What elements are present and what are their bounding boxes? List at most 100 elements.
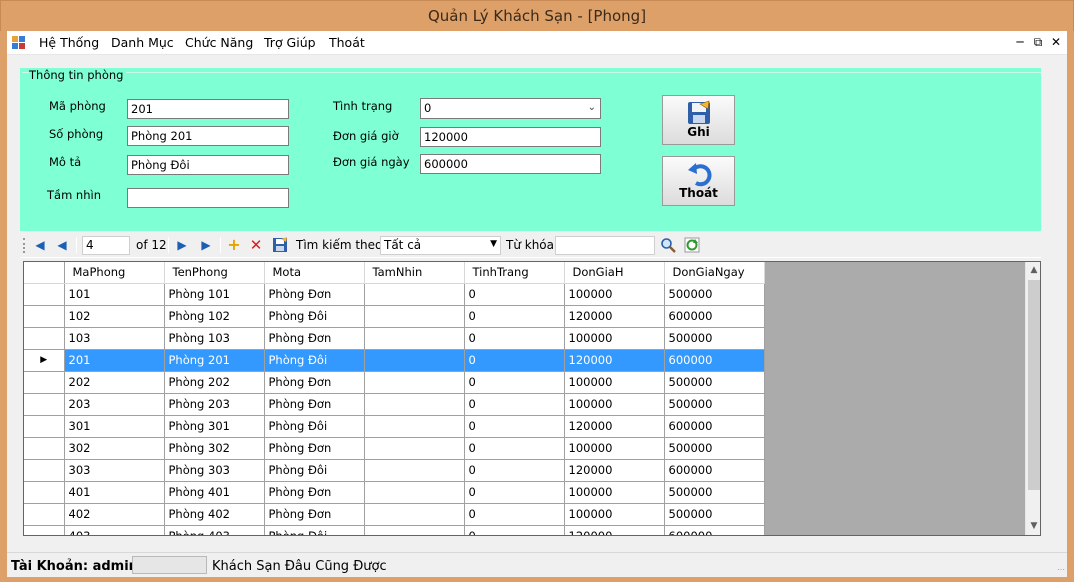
table-cell[interactable]: 0 (464, 481, 565, 504)
table-cell[interactable]: 600000 (664, 349, 765, 372)
menu-thoat[interactable]: Thoát (329, 35, 365, 50)
table-row[interactable]: 302 Phòng 302 Phòng Đơn 0 100000 500000 (24, 437, 765, 460)
row-header[interactable] (24, 437, 65, 460)
table-cell[interactable]: 500000 (664, 327, 765, 350)
room-data-grid[interactable]: MaPhong TenPhong Mota TamNhin TinhTrang … (23, 261, 1041, 536)
table-cell[interactable]: Phòng Đơn (264, 283, 365, 306)
table-cell[interactable]: 100000 (564, 437, 665, 460)
scroll-thumb[interactable] (1028, 280, 1040, 490)
row-header[interactable] (24, 371, 65, 394)
table-row[interactable]: 101 Phòng 101 Phòng Đơn 0 100000 500000 (24, 283, 765, 306)
table-cell[interactable]: 403 (64, 525, 165, 535)
table-cell[interactable]: 302 (64, 437, 165, 460)
table-cell[interactable] (364, 437, 465, 460)
table-cell[interactable]: 500000 (664, 393, 765, 416)
table-cell[interactable]: 120000 (564, 459, 665, 482)
table-cell[interactable]: 0 (464, 349, 565, 372)
move-previous-icon[interactable]: ◀ (54, 237, 70, 253)
table-row[interactable]: 401 Phòng 401 Phòng Đơn 0 100000 500000 (24, 481, 765, 504)
table-cell[interactable] (364, 327, 465, 350)
restore-icon[interactable]: ⧉ (1031, 35, 1045, 50)
row-header[interactable] (24, 415, 65, 438)
table-cell[interactable]: Phòng Đơn (264, 481, 365, 504)
table-row[interactable]: ▶ 201 Phòng 201 Phòng Đôi 0 120000 600000 (24, 349, 765, 372)
table-cell[interactable]: 402 (64, 503, 165, 526)
table-cell[interactable] (364, 349, 465, 372)
table-cell[interactable]: Phòng Đôi (264, 349, 365, 372)
row-header[interactable] (24, 503, 65, 526)
table-cell[interactable]: 0 (464, 305, 565, 328)
table-cell[interactable] (364, 283, 465, 306)
table-cell[interactable]: 201 (64, 349, 165, 372)
table-cell[interactable] (364, 459, 465, 482)
table-cell[interactable]: 203 (64, 393, 165, 416)
table-cell[interactable]: 500000 (664, 371, 765, 394)
row-header[interactable] (24, 305, 65, 328)
table-cell[interactable]: 0 (464, 283, 565, 306)
table-cell[interactable]: 0 (464, 503, 565, 526)
scroll-up-icon[interactable]: ▲ (1026, 262, 1040, 279)
table-cell[interactable]: 600000 (664, 459, 765, 482)
close-icon[interactable]: ✕ (1049, 35, 1063, 49)
app-menu-icon[interactable] (12, 36, 26, 50)
ma-phong-field[interactable]: 201 (127, 99, 289, 119)
table-cell[interactable]: 102 (64, 305, 165, 328)
table-cell[interactable]: Phòng Đôi (264, 525, 365, 535)
tam-nhin-field[interactable] (127, 188, 289, 208)
menu-chuc-nang[interactable]: Chức Năng (185, 35, 253, 50)
table-cell[interactable]: 120000 (564, 349, 665, 372)
table-row[interactable]: 102 Phòng 102 Phòng Đôi 0 120000 600000 (24, 305, 765, 328)
table-cell[interactable]: 100000 (564, 481, 665, 504)
table-row[interactable]: 303 Phòng 303 Phòng Đôi 0 120000 600000 (24, 459, 765, 482)
table-cell[interactable]: 0 (464, 327, 565, 350)
refresh-icon[interactable] (684, 237, 700, 253)
table-cell[interactable]: Phòng Đôi (264, 415, 365, 438)
table-cell[interactable]: 0 (464, 525, 565, 535)
vertical-scrollbar[interactable]: ▲ ▼ (1025, 262, 1040, 535)
table-cell[interactable] (364, 481, 465, 504)
table-cell[interactable]: Phòng 402 (164, 503, 265, 526)
table-cell[interactable] (364, 371, 465, 394)
column-header-mota[interactable]: Mota (264, 262, 365, 284)
table-cell[interactable]: 120000 (564, 525, 665, 535)
table-row[interactable]: 402 Phòng 402 Phòng Đơn 0 100000 500000 (24, 503, 765, 526)
move-next-icon[interactable]: ▶ (174, 237, 190, 253)
table-cell[interactable]: 500000 (664, 283, 765, 306)
save-button[interactable]: Ghi (662, 95, 735, 145)
table-cell[interactable]: Phòng 103 (164, 327, 265, 350)
table-cell[interactable]: 500000 (664, 481, 765, 504)
table-cell[interactable]: 401 (64, 481, 165, 504)
table-cell[interactable]: 101 (64, 283, 165, 306)
table-cell[interactable]: 120000 (564, 305, 665, 328)
table-cell[interactable]: 100000 (564, 371, 665, 394)
column-header-tenphong[interactable]: TenPhong (164, 262, 265, 284)
table-cell[interactable]: 0 (464, 393, 565, 416)
table-cell[interactable]: 100000 (564, 503, 665, 526)
add-new-icon[interactable]: + (226, 237, 242, 253)
toolstrip-grip[interactable] (23, 238, 26, 253)
table-cell[interactable]: Phòng 102 (164, 305, 265, 328)
so-phong-field[interactable]: Phòng 201 (127, 126, 289, 146)
table-cell[interactable]: Phòng 101 (164, 283, 265, 306)
table-cell[interactable]: 100000 (564, 393, 665, 416)
minimize-icon[interactable]: ─ (1013, 35, 1027, 49)
table-cell[interactable]: Phòng Đơn (264, 327, 365, 350)
table-cell[interactable] (364, 503, 465, 526)
table-cell[interactable]: 0 (464, 437, 565, 460)
table-cell[interactable]: Phòng Đơn (264, 371, 365, 394)
table-cell[interactable] (364, 525, 465, 535)
tinh-trang-select[interactable]: 0 ⌄ (420, 98, 601, 119)
table-cell[interactable]: 600000 (664, 415, 765, 438)
table-cell[interactable]: Phòng 203 (164, 393, 265, 416)
row-header-corner[interactable] (24, 262, 65, 284)
table-cell[interactable]: 500000 (664, 503, 765, 526)
mo-ta-field[interactable]: Phòng Đôi (127, 155, 289, 175)
row-header[interactable] (24, 525, 65, 535)
table-cell[interactable]: 100000 (564, 327, 665, 350)
menu-he-thong[interactable]: Hệ Thống (39, 35, 99, 50)
table-cell[interactable]: 0 (464, 415, 565, 438)
table-cell[interactable]: Phòng 202 (164, 371, 265, 394)
table-cell[interactable] (364, 415, 465, 438)
column-header-maphong[interactable]: MaPhong (64, 262, 165, 284)
row-header[interactable] (24, 393, 65, 416)
